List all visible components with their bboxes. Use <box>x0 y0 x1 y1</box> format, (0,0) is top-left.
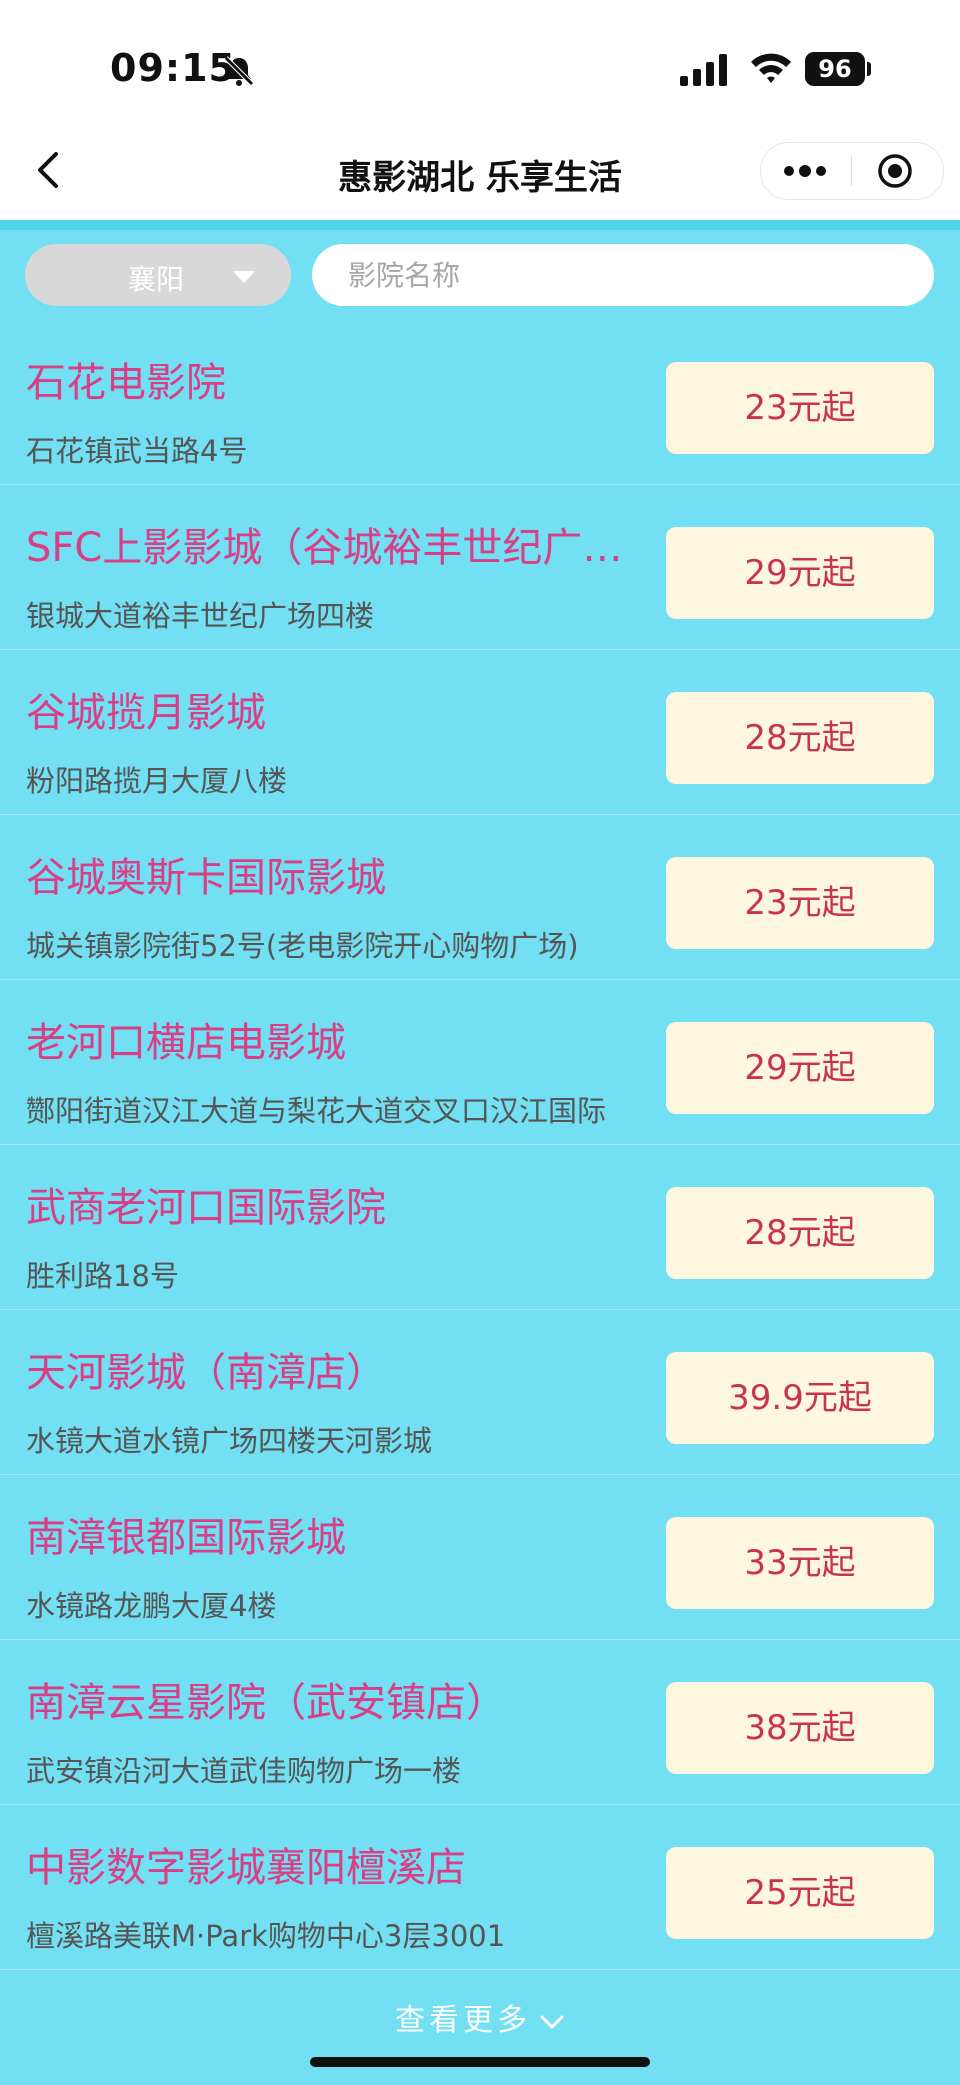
battery-tip <box>867 62 871 76</box>
price-button[interactable]: 38元起 <box>666 1682 934 1774</box>
cinema-item[interactable]: 天河影城（南漳店） 水镜大道水镜广场四楼天河影城 39.9元起 <box>0 1310 960 1475</box>
cinema-item[interactable]: 中影数字影城襄阳檀溪店 檀溪路美联M·Park购物中心3层3001 25元起 <box>0 1805 960 1970</box>
cinema-item[interactable]: 武商老河口国际影院 胜利路18号 28元起 <box>0 1145 960 1310</box>
cinema-item[interactable]: 老河口横店电影城 酂阳街道汉江大道与梨花大道交叉口汉江国际 29元起 <box>0 980 960 1145</box>
cinema-name: 武商老河口国际影院 <box>26 1185 386 1231</box>
price-button[interactable]: 25元起 <box>666 1847 934 1939</box>
cinema-name: 石花电影院 <box>26 360 226 406</box>
dropdown-arrow-icon <box>233 271 255 283</box>
more-dots-icon[interactable] <box>780 158 830 184</box>
wifi-icon <box>751 53 791 83</box>
cinema-address: 城关镇影院街52号(老电影院开心购物广场) <box>26 929 579 963</box>
cinema-item[interactable]: 南漳银都国际影城 水镜路龙鹏大厦4楼 33元起 <box>0 1475 960 1640</box>
cinema-item[interactable]: 谷城揽月影城 粉阳路揽月大厦八楼 28元起 <box>0 650 960 815</box>
bell-muted-icon <box>224 56 254 86</box>
cinema-name: 天河影城（南漳店） <box>26 1350 386 1396</box>
cinema-name: SFC上影影城（谷城裕丰世纪广场店） <box>26 525 646 571</box>
see-more-label: 查看更多 <box>395 2003 531 2038</box>
cinema-item[interactable]: 南漳云星影院（武安镇店） 武安镇沿河大道武佳购物广场一楼 38元起 <box>0 1640 960 1805</box>
cinema-item[interactable]: SFC上影影城（谷城裕丰世纪广场店） 银城大道裕丰世纪广场四楼 29元起 <box>0 485 960 650</box>
cellular-signal-icon <box>680 54 727 86</box>
price-button[interactable]: 23元起 <box>666 857 934 949</box>
cinema-address: 檀溪路美联M·Park购物中心3层3001 <box>26 1919 506 1953</box>
price-button[interactable]: 33元起 <box>666 1517 934 1609</box>
cinema-address: 水镜路龙鹏大厦4楼 <box>26 1589 277 1623</box>
cinema-name: 南漳云星影院（武安镇店） <box>26 1680 506 1726</box>
capsule-divider <box>851 156 852 186</box>
price-button[interactable]: 39.9元起 <box>666 1352 934 1444</box>
cinema-name: 谷城揽月影城 <box>26 690 266 736</box>
cinema-address: 酂阳街道汉江大道与梨花大道交叉口汉江国际 <box>26 1094 607 1128</box>
cinema-address: 水镜大道水镜广场四楼天河影城 <box>26 1424 433 1458</box>
battery-indicator: 96 <box>805 52 865 86</box>
cinema-name: 谷城奥斯卡国际影城 <box>26 855 386 901</box>
see-more-button[interactable]: 查看更多 <box>0 1995 960 2039</box>
price-button[interactable]: 28元起 <box>666 692 934 784</box>
close-target-icon[interactable] <box>876 152 914 190</box>
price-button[interactable]: 29元起 <box>666 527 934 619</box>
cinema-name: 中影数字影城襄阳檀溪店 <box>26 1845 466 1891</box>
cinema-address: 胜利路18号 <box>26 1259 179 1293</box>
chevron-down-icon <box>540 2015 564 2028</box>
cinema-name: 老河口横店电影城 <box>26 1020 346 1066</box>
city-select-label: 襄阳 <box>128 263 185 296</box>
cinema-item[interactable]: 石花电影院 石花镇武当路4号 23元起 <box>0 320 960 485</box>
cinema-address: 石花镇武当路4号 <box>26 434 248 468</box>
header-band <box>0 220 960 230</box>
price-button[interactable]: 23元起 <box>666 362 934 454</box>
status-time: 09:15 <box>110 46 236 90</box>
cinema-item[interactable]: 谷城奥斯卡国际影城 城关镇影院街52号(老电影院开心购物广场) 23元起 <box>0 815 960 980</box>
cinema-search-input[interactable] <box>312 244 934 306</box>
home-indicator <box>310 2057 650 2067</box>
price-button[interactable]: 28元起 <box>666 1187 934 1279</box>
price-button[interactable]: 29元起 <box>666 1022 934 1114</box>
cinema-name: 南漳银都国际影城 <box>26 1515 346 1561</box>
cinema-address: 银城大道裕丰世纪广场四楼 <box>26 599 375 633</box>
cinema-list: 石花电影院 石花镇武当路4号 23元起 SFC上影影城（谷城裕丰世纪广场店） 银… <box>0 320 960 1970</box>
cinema-address: 武安镇沿河大道武佳购物广场一楼 <box>26 1754 462 1788</box>
cinema-address: 粉阳路揽月大厦八楼 <box>26 764 288 798</box>
